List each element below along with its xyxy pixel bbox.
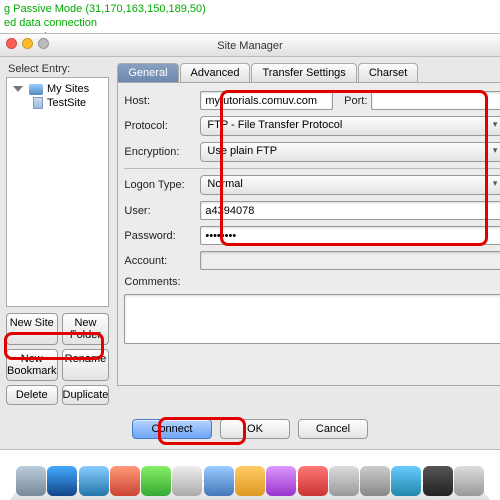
tree-root-label: My Sites bbox=[47, 83, 89, 95]
dock-app7-icon[interactable] bbox=[423, 466, 453, 496]
right-panel: General Advanced Transfer Settings Chars… bbox=[109, 63, 500, 405]
dock-app1-icon[interactable] bbox=[110, 466, 140, 496]
user-input[interactable] bbox=[200, 201, 500, 220]
zoom-icon bbox=[38, 38, 49, 49]
encryption-label: Encryption: bbox=[124, 146, 196, 158]
new-bookmark-button[interactable]: New Bookmark bbox=[6, 349, 58, 381]
user-label: User: bbox=[124, 205, 196, 217]
dock-facetime-icon[interactable] bbox=[141, 466, 171, 496]
dock-settings-icon[interactable] bbox=[360, 466, 390, 496]
port-label: Port: bbox=[337, 95, 367, 107]
tab-transfer[interactable]: Transfer Settings bbox=[251, 63, 356, 82]
dock-app3-icon[interactable] bbox=[235, 466, 265, 496]
account-input bbox=[200, 251, 500, 270]
tab-advanced[interactable]: Advanced bbox=[180, 63, 251, 82]
dock-finder-icon[interactable] bbox=[16, 466, 46, 496]
protocol-label: Protocol: bbox=[124, 120, 196, 132]
host-input[interactable] bbox=[200, 91, 333, 110]
tab-bar: General Advanced Transfer Settings Chars… bbox=[117, 63, 500, 82]
new-site-button[interactable]: New Site bbox=[6, 313, 58, 345]
host-label: Host: bbox=[124, 95, 196, 107]
new-folder-button[interactable]: New Folder bbox=[62, 313, 110, 345]
rename-button[interactable]: Rename bbox=[62, 349, 110, 381]
left-panel: Select Entry: My Sites TestSite New Site… bbox=[6, 63, 109, 405]
dialog-buttons: Connect OK Cancel bbox=[0, 411, 500, 449]
site-manager-dialog: Site Manager Select Entry: My Sites Test… bbox=[0, 33, 500, 450]
tree-site-label: TestSite bbox=[47, 97, 86, 109]
logon-select[interactable]: Normal bbox=[200, 175, 500, 195]
tab-general[interactable]: General bbox=[117, 63, 178, 82]
dock bbox=[0, 456, 500, 500]
comments-label: Comments: bbox=[124, 276, 196, 288]
encryption-select[interactable]: Use plain FTP bbox=[200, 142, 500, 162]
dock-app2-icon[interactable] bbox=[172, 466, 202, 496]
dock-app4-icon[interactable] bbox=[298, 466, 328, 496]
tree-site[interactable]: TestSite bbox=[11, 96, 104, 110]
dock-app5-icon[interactable] bbox=[329, 466, 359, 496]
cancel-button[interactable]: Cancel bbox=[298, 419, 368, 439]
select-entry-label: Select Entry: bbox=[8, 63, 109, 75]
close-icon[interactable] bbox=[6, 38, 17, 49]
protocol-select[interactable]: FTP - File Transfer Protocol bbox=[200, 116, 500, 136]
tree-root[interactable]: My Sites bbox=[11, 82, 104, 96]
password-label: Password: bbox=[124, 230, 196, 242]
site-tree[interactable]: My Sites TestSite bbox=[6, 77, 109, 307]
dock-mail-icon[interactable] bbox=[47, 466, 77, 496]
folder-icon bbox=[29, 84, 43, 95]
connect-button[interactable]: Connect bbox=[132, 419, 212, 439]
dock-app8-icon[interactable] bbox=[454, 466, 484, 496]
port-input[interactable] bbox=[371, 91, 500, 110]
account-label: Account: bbox=[124, 255, 196, 267]
tab-charset[interactable]: Charset bbox=[358, 63, 419, 82]
chevron-down-icon[interactable] bbox=[13, 86, 23, 92]
server-icon bbox=[33, 97, 43, 109]
dock-appstore-icon[interactable] bbox=[204, 466, 234, 496]
duplicate-button[interactable]: Duplicate bbox=[62, 385, 110, 405]
general-pane: Host: Port: Protocol: FTP - File Transfe… bbox=[117, 82, 500, 386]
minimize-icon[interactable] bbox=[22, 38, 33, 49]
dock-safari-icon[interactable] bbox=[79, 466, 109, 496]
comments-textarea[interactable] bbox=[124, 294, 500, 344]
window-title: Site Manager bbox=[217, 40, 282, 52]
titlebar: Site Manager bbox=[0, 34, 500, 57]
password-input[interactable] bbox=[200, 226, 500, 245]
logon-label: Logon Type: bbox=[124, 179, 196, 191]
ok-button[interactable]: OK bbox=[220, 419, 290, 439]
delete-button[interactable]: Delete bbox=[6, 385, 58, 405]
dock-itunes-icon[interactable] bbox=[266, 466, 296, 496]
dock-app6-icon[interactable] bbox=[391, 466, 421, 496]
